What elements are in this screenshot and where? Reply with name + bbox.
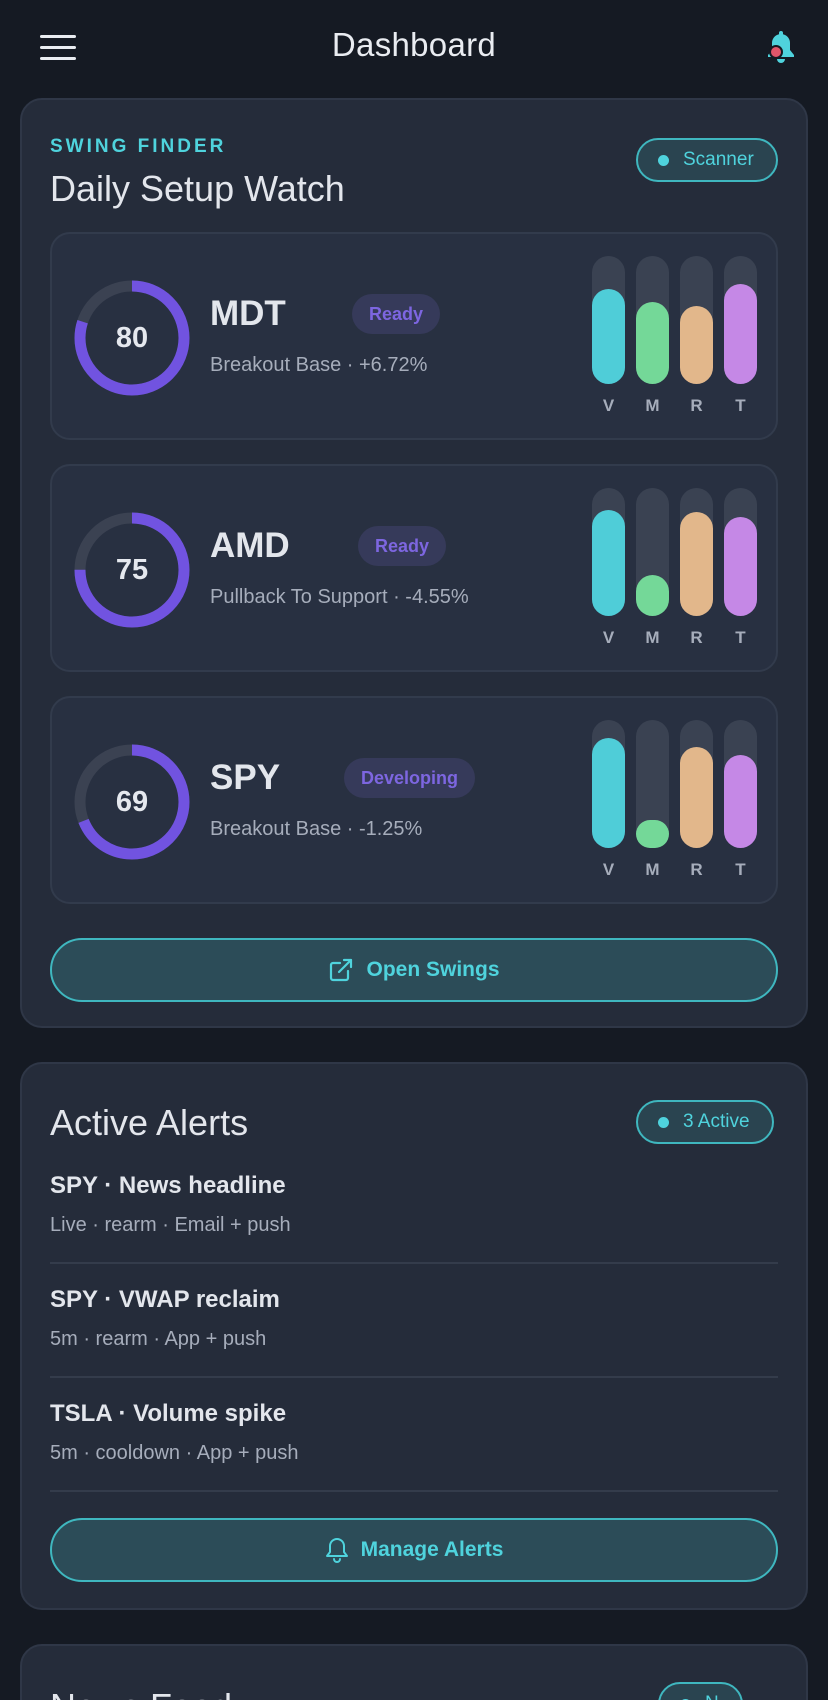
setup-score: 69 xyxy=(115,785,149,818)
notification-bell-icon[interactable] xyxy=(762,28,800,68)
setup-ticker: SPY xyxy=(210,758,281,797)
status-dot-icon xyxy=(658,1116,669,1128)
alert-details: 5m · rearm · App + push xyxy=(50,1328,267,1350)
manage-alerts-label: Manage Alerts xyxy=(360,1538,504,1561)
metric-bars: VMRT xyxy=(592,720,762,890)
active-count-badge[interactable]: 3 Active xyxy=(636,1100,774,1144)
setup-ticker: AMD xyxy=(210,526,290,565)
swing-finder-card: SWING FINDER Daily Setup Watch Scanner 8… xyxy=(20,98,808,1028)
status-badge: Ready xyxy=(352,294,441,334)
open-swings-button[interactable]: Open Swings xyxy=(50,938,778,1002)
setup-card[interactable]: 75 AMD Ready Pullback To Support · -4.55% V M… xyxy=(50,464,778,672)
alert-title: TSLA · Volume spike xyxy=(50,1400,287,1427)
metric-bar-label: R xyxy=(690,628,703,647)
setup-score: 75 xyxy=(115,553,149,586)
setup-score: 80 xyxy=(115,321,149,354)
top-bar: Dashboard xyxy=(0,0,828,96)
badge-label: Scanner xyxy=(683,149,754,170)
metric-bar-track xyxy=(724,488,757,616)
divider xyxy=(50,1490,778,1492)
metric-bars: VMRT xyxy=(592,256,762,426)
setup-card[interactable]: 80 MDT Ready Breakout Base · +6.72% V M R T xyxy=(50,232,778,440)
metric-bar-label: M xyxy=(645,860,660,879)
alert-title: SPY · News headline xyxy=(50,1172,286,1199)
alert-item[interactable]: SPY · News headline Live · rearm · Email… xyxy=(50,1150,778,1264)
card-title: Daily Setup Watch xyxy=(50,168,345,209)
status-badge: Developing xyxy=(344,758,476,798)
metric-bar-label: V xyxy=(602,628,615,647)
external-link-icon xyxy=(330,958,353,982)
setup-subtitle: Pullback To Support · -4.55% xyxy=(210,586,469,608)
metric-bar-label: R xyxy=(690,860,703,879)
metric-bar-fill xyxy=(592,289,625,384)
setup-card[interactable]: 69 SPY Developing Breakout Base · -1.25% V M R… xyxy=(50,696,778,904)
card-title: Active Alerts xyxy=(50,1102,249,1143)
metric-bar-label: R xyxy=(690,396,703,415)
badge-label: 3 Active xyxy=(683,1111,750,1132)
badge-label: N xyxy=(705,1693,719,1700)
section-eyebrow: SWING FINDER xyxy=(50,136,227,157)
metric-bar-fill xyxy=(724,284,757,384)
alert-item[interactable]: TSLA · Volume spike 5m · cooldown · App … xyxy=(50,1378,778,1492)
active-alerts-card: Active Alerts 3 Active SPY · News headli… xyxy=(20,1062,808,1610)
metric-bar-fill xyxy=(592,510,625,616)
news-feed-card: News Feed N xyxy=(20,1644,808,1700)
alert-item[interactable]: SPY · VWAP reclaim 5m · rearm · App + pu… xyxy=(50,1264,778,1378)
metric-bar-track xyxy=(592,256,625,384)
metric-bar-track xyxy=(592,720,625,848)
metric-bar-label: V xyxy=(602,860,615,879)
metric-bar-fill xyxy=(636,575,669,616)
metric-bar-track xyxy=(680,488,713,616)
setup-ticker: MDT xyxy=(210,294,286,333)
metric-bar-fill xyxy=(680,306,713,384)
metric-bar-track xyxy=(636,488,669,616)
metric-bar-label: T xyxy=(735,396,746,415)
metric-bar-track xyxy=(680,720,713,848)
setup-subtitle: Breakout Base · -1.25% xyxy=(210,818,423,840)
metric-bar-track xyxy=(636,256,669,384)
status-dot-icon xyxy=(658,154,669,166)
page-title: Dashboard xyxy=(331,26,497,63)
metric-bar-label: M xyxy=(645,628,660,647)
metric-bar-track xyxy=(636,720,669,848)
metric-bar-fill xyxy=(724,755,757,848)
metric-bar-label: T xyxy=(735,860,746,879)
metric-bar-label: M xyxy=(645,396,660,415)
metric-bar-fill xyxy=(680,747,713,848)
status-badge: Ready xyxy=(358,526,447,566)
metric-bar-track xyxy=(592,488,625,616)
alert-title: SPY · VWAP reclaim xyxy=(50,1286,280,1313)
card-title: News Feed xyxy=(50,1686,232,1700)
metric-bar-fill xyxy=(636,820,669,848)
metric-bar-track xyxy=(724,256,757,384)
scanner-badge[interactable]: Scanner xyxy=(636,138,778,182)
metric-bar-fill xyxy=(636,302,669,384)
metric-bar-track xyxy=(724,720,757,848)
metric-bar-fill xyxy=(724,517,757,616)
metric-bar-label: T xyxy=(735,628,746,647)
alert-details: Live · rearm · Email + push xyxy=(50,1214,291,1236)
bell-icon xyxy=(325,1538,348,1563)
manage-alerts-button[interactable]: Manage Alerts xyxy=(50,1518,778,1582)
metric-bar-fill xyxy=(680,512,713,616)
metric-bar-label: V xyxy=(602,396,615,415)
setup-subtitle: Breakout Base · +6.72% xyxy=(210,354,428,376)
alert-details: 5m · cooldown · App + push xyxy=(50,1442,299,1464)
open-swings-label: Open Swings xyxy=(366,958,500,981)
metric-bar-track xyxy=(680,256,713,384)
metric-bar-fill xyxy=(592,738,625,848)
news-badge[interactable]: N xyxy=(658,1682,743,1700)
metric-bars: VMRT xyxy=(592,488,762,658)
